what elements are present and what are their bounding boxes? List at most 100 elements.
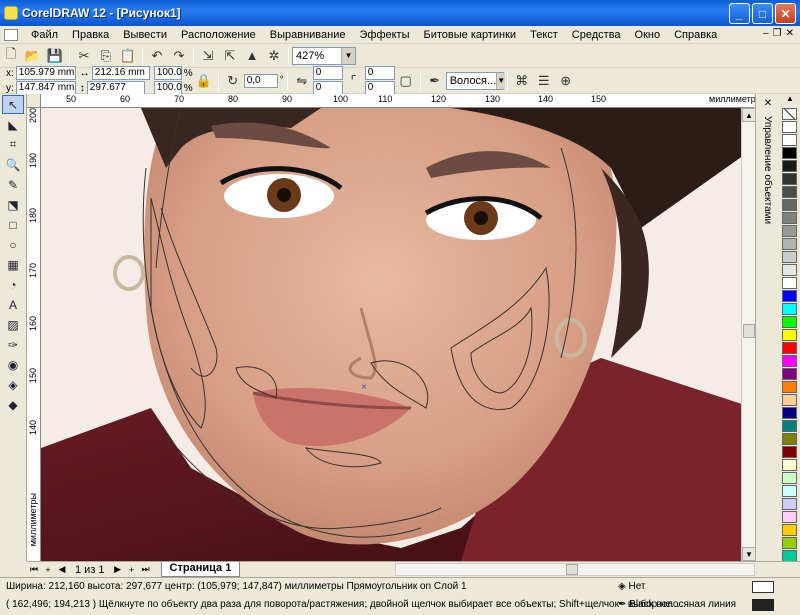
cut-icon[interactable]: ✂ (74, 46, 94, 66)
menu-effects[interactable]: Эффекты (352, 29, 416, 41)
add-page-end-icon[interactable]: + (125, 565, 139, 575)
menu-help[interactable]: Справка (667, 29, 724, 41)
round-corners-icon[interactable]: ▢ (396, 71, 416, 91)
hscroll-thumb[interactable] (566, 564, 578, 575)
polygon-tool-icon[interactable]: ▦ (2, 255, 24, 274)
crop-tool-icon[interactable]: ⌗ (2, 135, 24, 154)
text-tool-icon[interactable]: A (2, 295, 24, 314)
color-swatch[interactable] (782, 394, 797, 406)
scroll-down-icon[interactable]: ▼ (742, 547, 756, 561)
color-swatch[interactable] (782, 342, 797, 354)
angle-field[interactable]: 0,0 (243, 73, 278, 88)
color-swatch[interactable] (782, 264, 797, 276)
color-swatch[interactable] (782, 472, 797, 484)
paste-icon[interactable]: 📋 (118, 46, 138, 66)
color-swatch[interactable] (782, 459, 797, 471)
outline-width-select[interactable]: Волося... ▼ (445, 71, 506, 90)
corner-1-field[interactable]: 0 (312, 66, 343, 80)
menu-layout[interactable]: Расположение (174, 29, 263, 41)
color-swatch[interactable] (782, 212, 797, 224)
palette-up-icon[interactable]: ▲ (780, 94, 800, 108)
color-swatch[interactable] (782, 511, 797, 523)
color-swatch[interactable] (782, 121, 797, 133)
mdi-restore-icon[interactable]: ❐ (773, 28, 782, 39)
color-swatch[interactable] (782, 316, 797, 328)
import-icon[interactable]: ⇲ (198, 46, 218, 66)
menu-view[interactable]: Вывести (116, 29, 174, 41)
interactive-blend-icon[interactable]: ▨ (2, 315, 24, 334)
drawing-canvas[interactable]: × (41, 108, 754, 561)
next-page-icon[interactable]: ▶ (111, 564, 125, 575)
last-page-icon[interactable]: ⏭ (139, 564, 153, 575)
scale-y-field[interactable]: 100.0 (153, 81, 182, 95)
menu-edit[interactable]: Правка (65, 29, 116, 41)
to-curve-icon[interactable]: ⌘ (512, 71, 532, 91)
mdi-close-icon[interactable]: ✕ (786, 28, 794, 39)
width-field[interactable]: 212.16 mm (91, 66, 150, 80)
horizontal-ruler[interactable]: 50 60 70 80 90 100 110 120 130 140 150 м… (41, 94, 762, 108)
color-swatch[interactable] (782, 368, 797, 380)
horizontal-scrollbar[interactable] (395, 563, 755, 576)
minimize-button[interactable]: _ (729, 3, 750, 24)
copy-icon[interactable]: ⎘ (96, 46, 116, 66)
color-swatch[interactable] (782, 251, 797, 263)
docker-close-icon[interactable]: ✕ (761, 98, 775, 112)
ruler-corner[interactable] (27, 94, 41, 108)
color-swatch[interactable] (782, 524, 797, 536)
color-swatch[interactable] (782, 225, 797, 237)
outline-swatch[interactable] (752, 599, 774, 611)
pick-tool-icon[interactable]: ↖ (2, 95, 24, 114)
color-swatch[interactable] (782, 186, 797, 198)
corner-2-field[interactable]: 0 (312, 81, 343, 95)
color-swatch[interactable] (782, 134, 797, 146)
height-field[interactable]: 297.677 mm (86, 81, 145, 105)
menu-window[interactable]: Окно (628, 29, 668, 41)
y-position-field[interactable]: 147.847 mm (15, 81, 76, 95)
zoom-tool-icon[interactable]: 🔍 (2, 155, 24, 174)
close-button[interactable]: ✕ (775, 3, 796, 24)
menu-tools[interactable]: Средства (565, 29, 628, 41)
corner-icon[interactable]: ⌜ (344, 71, 364, 91)
mirror-h-icon[interactable]: ⇋ (292, 71, 312, 91)
launcher-icon[interactable]: ▲ (242, 46, 262, 66)
color-swatch[interactable] (782, 433, 797, 445)
fill-swatch[interactable] (752, 581, 774, 593)
menu-file[interactable]: Файл (24, 29, 65, 41)
color-swatch[interactable] (782, 199, 797, 211)
color-swatch[interactable] (782, 160, 797, 172)
open-icon[interactable]: 📂 (23, 46, 43, 66)
eyedropper-icon[interactable]: ✑ (2, 335, 24, 354)
scroll-up-icon[interactable]: ▲ (742, 108, 756, 122)
color-swatch[interactable] (782, 420, 797, 432)
interactive-fill-icon[interactable]: ◆ (2, 395, 24, 414)
color-swatch[interactable] (782, 173, 797, 185)
save-icon[interactable]: 💾 (45, 46, 65, 66)
smart-fill-icon[interactable]: ⬔ (2, 195, 24, 214)
first-page-icon[interactable]: ⏮ (27, 564, 41, 575)
freehand-tool-icon[interactable]: ✎ (2, 175, 24, 194)
zoom-select[interactable]: 427% ▼ (292, 46, 356, 65)
scroll-thumb[interactable] (743, 324, 755, 338)
color-swatch[interactable] (782, 277, 797, 289)
undo-icon[interactable]: ↶ (147, 46, 167, 66)
no-color-swatch[interactable] (782, 108, 797, 120)
color-swatch[interactable] (782, 498, 797, 510)
x-position-field[interactable]: 105.979 mm (15, 66, 76, 80)
menu-arrange[interactable]: Выравнивание (263, 29, 353, 41)
corner-3-field[interactable]: 0 (364, 66, 395, 80)
color-swatch[interactable] (782, 147, 797, 159)
wrap-icon[interactable]: ☰ (534, 71, 554, 91)
target-icon[interactable]: ⊕ (556, 71, 576, 91)
fill-tool-icon[interactable]: ◈ (2, 375, 24, 394)
color-swatch[interactable] (782, 355, 797, 367)
docker-tab[interactable]: Управление объектами (762, 116, 773, 224)
color-swatch[interactable] (782, 290, 797, 302)
redo-icon[interactable]: ↷ (169, 46, 189, 66)
rotate-icon[interactable]: ↻ (223, 71, 243, 91)
scale-x-field[interactable]: 100.0 (153, 66, 182, 80)
color-swatch[interactable] (782, 485, 797, 497)
prev-page-icon[interactable]: ◀ (55, 564, 69, 575)
pen-icon[interactable]: ✒ (425, 71, 445, 91)
document-icon[interactable] (4, 28, 18, 41)
ellipse-tool-icon[interactable]: ○ (2, 235, 24, 254)
